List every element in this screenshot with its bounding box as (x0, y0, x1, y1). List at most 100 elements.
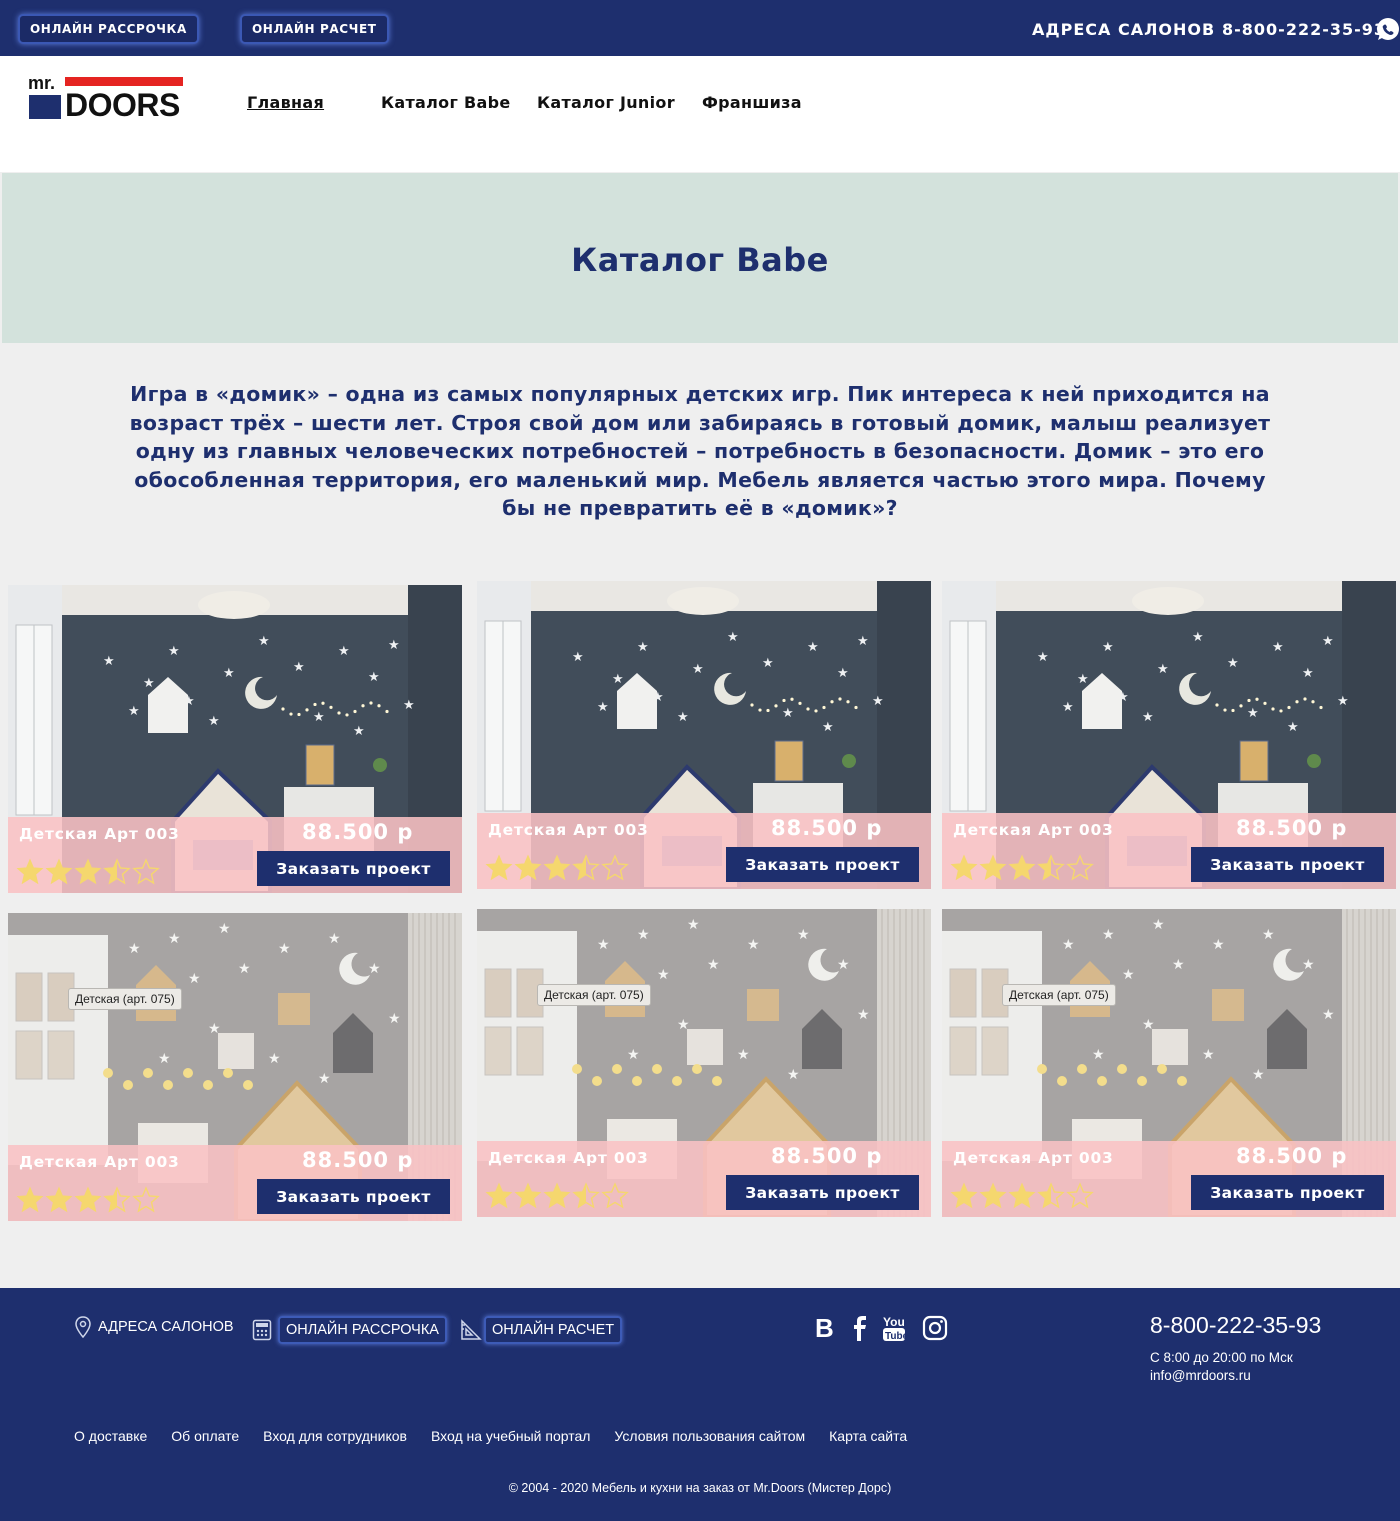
svg-text:★: ★ (1062, 937, 1075, 953)
footer-calc-link[interactable]: ОНЛАЙН РАСЧЕТ (460, 1316, 623, 1344)
svg-text:★: ★ (1322, 1007, 1335, 1023)
page-title: Каталог Babe (571, 241, 829, 279)
svg-text:★: ★ (218, 921, 231, 937)
footer-link-learning-portal[interactable]: Вход на учебный портал (431, 1428, 590, 1444)
photo-caption-tag: Детская (арт. 075) (1002, 984, 1116, 1006)
logo-doors-text: DOORS (65, 87, 180, 123)
svg-text:★: ★ (388, 1011, 401, 1027)
svg-text:★: ★ (353, 724, 365, 739)
svg-text:★: ★ (1247, 706, 1259, 721)
svg-text:★: ★ (807, 640, 819, 655)
star-full-icon (950, 1182, 978, 1209)
footer-link-sitemap[interactable]: Карта сайта (829, 1428, 907, 1444)
copyright: © 2004 - 2020 Мебель и кухни на заказ от… (508, 1481, 892, 1495)
footer-addresses-link[interactable]: АДРЕСА САЛОНОВ (74, 1316, 234, 1338)
svg-text:★: ★ (572, 650, 584, 665)
svg-text:★: ★ (368, 961, 381, 977)
star-full-icon (543, 1182, 571, 1209)
nav-home[interactable]: Главная (247, 93, 324, 112)
online-calc-button[interactable]: ОНЛАЙН РАСЧЕТ (240, 14, 389, 44)
svg-text:★: ★ (293, 660, 305, 675)
instagram-icon[interactable] (921, 1314, 949, 1342)
svg-text:★: ★ (1157, 662, 1169, 677)
footer-hours: С 8:00 до 20:00 по Мск (1150, 1350, 1293, 1365)
svg-text:★: ★ (747, 937, 760, 953)
site-header: mr. DOORS Главная Каталог Babe Каталог J… (0, 56, 1400, 172)
svg-text:★: ★ (872, 694, 884, 709)
svg-text:★: ★ (328, 931, 341, 947)
nav-catalog-babe[interactable]: Каталог Babe (381, 93, 510, 112)
product-card[interactable]: ★ ★ ★ ★ ★ ★ ★ ★ ★ ★ ★ ★ ★ ★ ★ Детская Арт 003 88.500 р За… (477, 581, 931, 889)
footer-link-payment[interactable]: Об оплате (171, 1428, 239, 1444)
order-project-button[interactable]: Заказать проект (257, 851, 450, 886)
star-half-icon (103, 858, 131, 885)
product-name: Детская Арт 003 (488, 1149, 649, 1167)
vk-icon[interactable]: B (812, 1314, 840, 1342)
svg-text:★: ★ (707, 957, 720, 973)
footer-phone[interactable]: 8-800-222-35-93 (1150, 1312, 1321, 1339)
salon-addresses-link[interactable]: АДРЕСА САЛОНОВ (1032, 20, 1215, 39)
order-project-button[interactable]: Заказать проект (257, 1179, 450, 1214)
product-card[interactable]: ★★★★★★★★★★★★★★Детская (арт. 075)Детская … (942, 909, 1396, 1217)
logo-blue-square (29, 95, 61, 119)
product-info-bar: Детская Арт 003 88.500 р Заказать проект (942, 813, 1396, 889)
svg-text:★: ★ (1142, 710, 1154, 725)
product-price: 88.500 р (302, 1148, 414, 1172)
svg-text:★: ★ (403, 698, 415, 713)
product-card[interactable]: ★★★★★★★★★★★★★★Детская (арт. 075)Детская … (8, 913, 462, 1221)
rating-stars (950, 854, 1094, 882)
youtube-icon[interactable]: You Tube (880, 1314, 908, 1342)
star-half-icon (1037, 1182, 1065, 1209)
order-project-button[interactable]: Заказать проект (726, 847, 919, 882)
ruler-icon (461, 1319, 482, 1340)
svg-text:★: ★ (612, 672, 624, 687)
mrdoors-logo[interactable]: mr. DOORS (28, 73, 188, 123)
svg-text:★: ★ (637, 927, 650, 943)
product-card[interactable]: ★ ★ ★ ★ ★ ★ ★ ★ ★ ★ ★ ★ ★ ★ ★ Детская Арт 003 88.500 р За… (942, 581, 1396, 889)
order-project-button[interactable]: Заказать проект (1191, 1175, 1384, 1210)
svg-text:★: ★ (1192, 630, 1204, 645)
footer-link-terms[interactable]: Условия пользования сайтом (614, 1428, 805, 1444)
product-price: 88.500 р (771, 816, 883, 840)
star-full-icon (16, 1186, 44, 1213)
product-card[interactable]: ★★★★★★★★★★★★★★Детская (арт. 075)Детская … (477, 909, 931, 1217)
svg-text:★: ★ (597, 700, 609, 715)
star-full-icon (45, 858, 73, 885)
nav-catalog-junior[interactable]: Каталог Junior (537, 93, 675, 112)
svg-text:★: ★ (103, 654, 115, 669)
whatsapp-icon[interactable] (1374, 16, 1400, 42)
footer-calc-button[interactable]: ОНЛАЙН РАСЧЕТ (484, 1316, 623, 1344)
nav-franchise[interactable]: Франшиза (702, 93, 802, 112)
svg-text:★: ★ (1172, 957, 1185, 973)
svg-text:★: ★ (727, 630, 739, 645)
star-full-icon (514, 854, 542, 881)
logo-red-stripe (65, 77, 183, 86)
svg-text:★: ★ (1037, 650, 1049, 665)
product-card[interactable]: ★ ★ ★ ★ ★ ★ ★ ★ ★ ★ ★ ★ ★ ★ ★ Детская Арт 003 88.500 р За… (8, 585, 462, 893)
order-project-button[interactable]: Заказать проект (726, 1175, 919, 1210)
svg-text:★: ★ (1077, 672, 1089, 687)
svg-text:You: You (883, 1315, 905, 1329)
svg-text:★: ★ (687, 917, 700, 933)
online-installment-button[interactable]: ОНЛАЙН РАССРОЧКА (18, 14, 199, 44)
svg-text:★: ★ (318, 1071, 331, 1087)
footer-link-staff-login[interactable]: Вход для сотрудников (263, 1428, 407, 1444)
svg-text:★: ★ (762, 656, 774, 671)
facebook-icon[interactable] (846, 1314, 874, 1342)
footer-link-delivery[interactable]: О доставке (74, 1428, 147, 1444)
svg-text:★: ★ (368, 670, 380, 685)
svg-text:★: ★ (1302, 666, 1314, 681)
order-project-button[interactable]: Заказать проект (1191, 847, 1384, 882)
footer-installment-button[interactable]: ОНЛАЙН РАССРОЧКА (278, 1316, 447, 1344)
footer-email[interactable]: info@mrdoors.ru (1150, 1368, 1251, 1383)
product-info-bar: Детская Арт 003 88.500 р Заказать проект (477, 1141, 931, 1217)
star-half-icon (103, 1186, 131, 1213)
footer-installment-link[interactable]: ОНЛАЙН РАССРОЧКА (252, 1316, 447, 1344)
svg-text:★: ★ (822, 720, 834, 735)
svg-text:★: ★ (388, 638, 400, 653)
product-price: 88.500 р (771, 1144, 883, 1168)
svg-text:★: ★ (857, 1007, 870, 1023)
hero-banner: Каталог Babe (2, 173, 1398, 343)
star-half-icon (1037, 854, 1065, 881)
top-phone[interactable]: 8-800-222-35-93 (1222, 20, 1386, 39)
